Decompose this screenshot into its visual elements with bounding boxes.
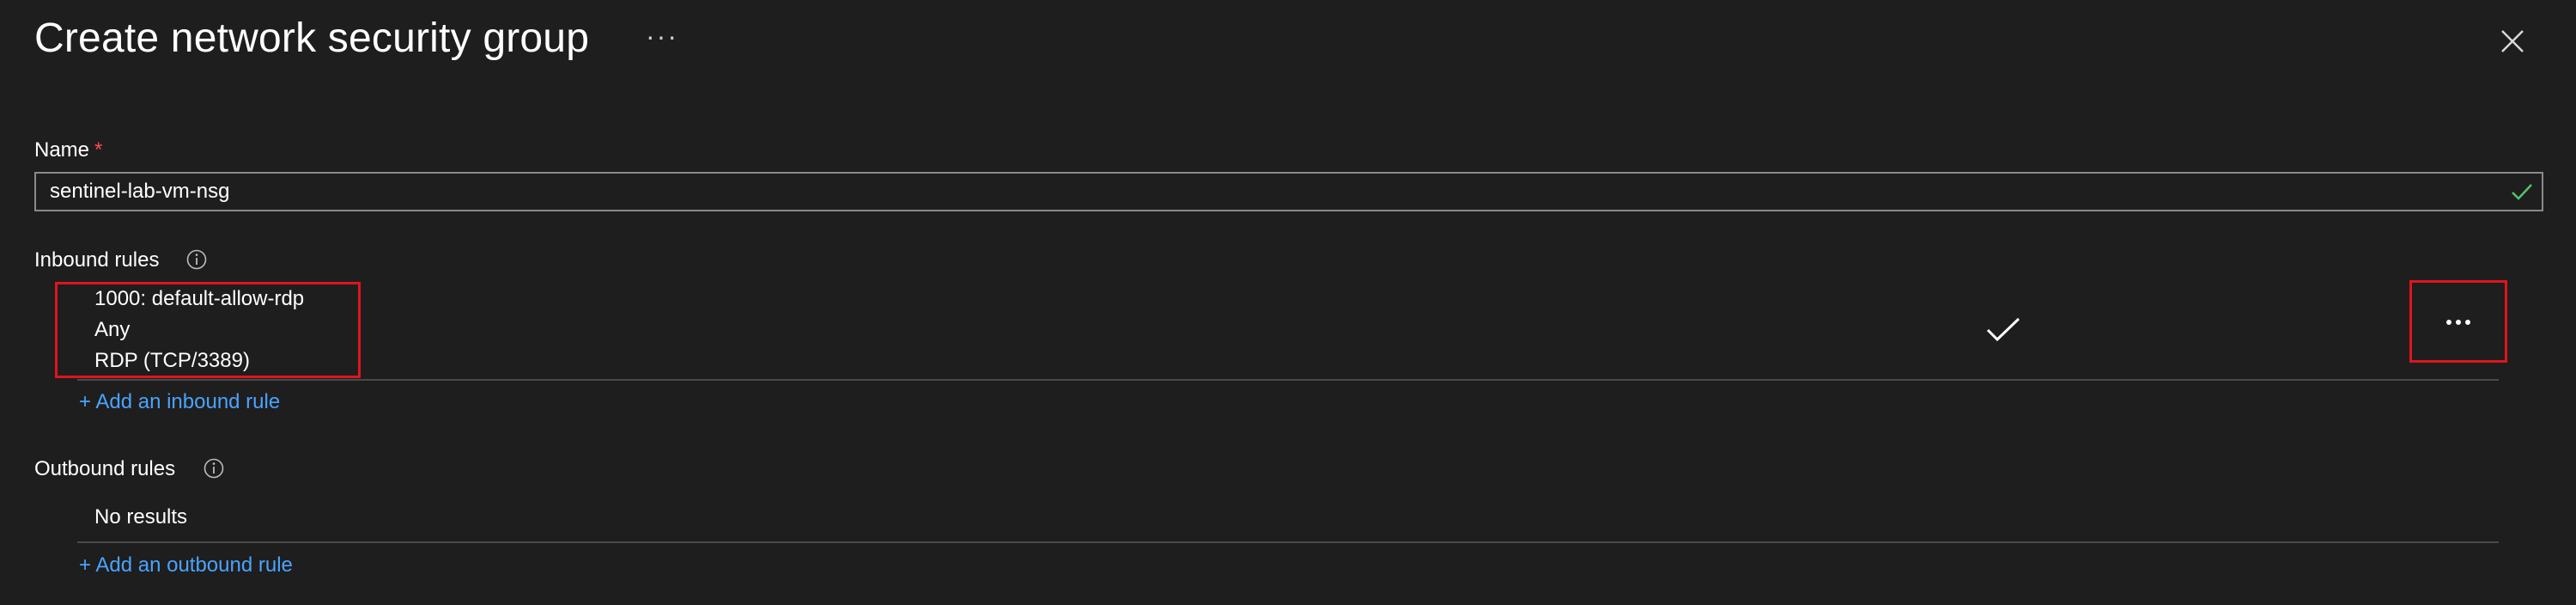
- name-label: Name *: [34, 138, 102, 163]
- inbound-rule-row[interactable]: 1000: default-allow-rdp Any RDP (TCP/338…: [94, 284, 304, 376]
- info-icon: [204, 458, 224, 479]
- outbound-empty-text: No results: [94, 505, 188, 529]
- checkmark-icon: [2512, 184, 2532, 200]
- add-inbound-rule-link[interactable]: + Add an inbound rule: [79, 389, 280, 415]
- close-button[interactable]: [2494, 22, 2531, 60]
- name-field[interactable]: [34, 172, 2543, 211]
- inbound-divider: [77, 379, 2499, 381]
- name-label-text: Name: [34, 138, 90, 162]
- inbound-info-button[interactable]: [185, 248, 208, 275]
- close-icon: [2501, 30, 2524, 52]
- outbound-divider: [77, 541, 2499, 543]
- page-title: Create network security group: [34, 15, 590, 61]
- rule-source: Any: [94, 318, 131, 341]
- title-more-button[interactable]: ···: [646, 19, 678, 53]
- info-icon: [186, 249, 207, 270]
- rule-priority-name: 1000: default-allow-rdp: [94, 287, 305, 310]
- name-input[interactable]: [36, 174, 2492, 210]
- rule-service: RDP (TCP/3389): [94, 349, 250, 372]
- ellipsis-icon: [2446, 320, 2451, 325]
- add-outbound-rule-link[interactable]: + Add an outbound rule: [79, 553, 293, 578]
- outbound-info-button[interactable]: [203, 457, 225, 484]
- rule-more-button[interactable]: [2409, 280, 2507, 363]
- required-marker: *: [94, 138, 103, 162]
- checkmark-icon: [1986, 317, 2020, 342]
- inbound-rules-label: Inbound rules: [34, 248, 160, 272]
- outbound-rules-label: Outbound rules: [34, 457, 176, 480]
